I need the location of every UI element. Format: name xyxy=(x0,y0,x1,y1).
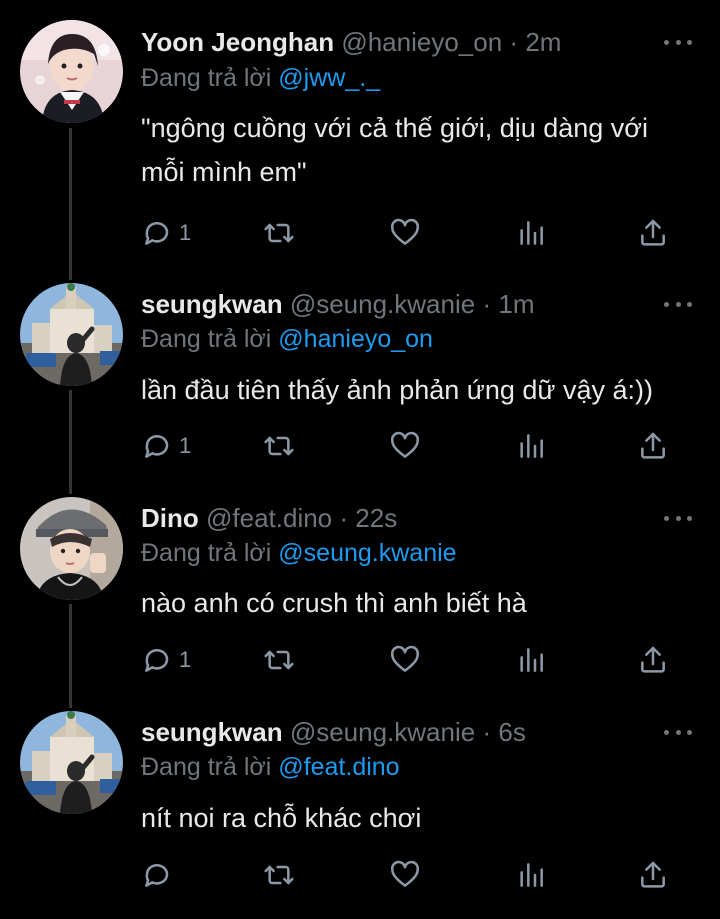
replying-to-label: Đang trả lời xyxy=(141,64,272,92)
separator-dot: · xyxy=(482,717,492,747)
retweet-button[interactable] xyxy=(263,428,295,464)
replying-to-label: Đang trả lời xyxy=(141,539,272,567)
views-chart-icon xyxy=(520,434,543,458)
tweet-actions: 1 xyxy=(141,215,681,251)
replying-to: Đang trả lời @hanieyo_on xyxy=(141,323,433,355)
timestamp[interactable]: 22s xyxy=(355,503,397,533)
views-chart-icon xyxy=(520,863,543,887)
avatar[interactable] xyxy=(20,283,123,386)
heart-icon xyxy=(391,218,419,245)
comment-icon xyxy=(145,648,169,672)
retweet-icon xyxy=(264,223,294,243)
views-button[interactable] xyxy=(515,428,547,464)
replying-to-handle[interactable]: @feat.dino xyxy=(278,753,399,781)
share-button[interactable] xyxy=(637,642,669,678)
retweet-icon xyxy=(264,436,294,456)
like-button[interactable] xyxy=(389,642,421,678)
tweet-header: Dino @feat.dino · 22s xyxy=(141,502,397,534)
retweet-icon xyxy=(264,865,294,885)
reply-button[interactable]: 1 xyxy=(141,428,191,464)
timestamp[interactable]: 6s xyxy=(498,717,525,747)
separator-dot: · xyxy=(509,27,519,57)
more-dots-icon[interactable] xyxy=(664,506,692,530)
replying-to-handle[interactable]: @jww_._ xyxy=(278,64,380,92)
retweet-button[interactable] xyxy=(263,642,295,678)
share-icon xyxy=(641,861,665,888)
views-chart-icon xyxy=(520,648,543,672)
timestamp[interactable]: 1m xyxy=(498,289,534,319)
heart-icon xyxy=(391,645,419,672)
tweet-header: seungkwan @seung.kwanie · 1m xyxy=(141,288,534,320)
views-chart-icon xyxy=(520,221,543,245)
reply-button[interactable]: 1 xyxy=(141,215,191,251)
retweet-button[interactable] xyxy=(263,857,295,893)
retweet-icon xyxy=(264,650,294,670)
user-handle[interactable]: @feat.dino xyxy=(206,503,332,533)
timestamp[interactable]: 2m xyxy=(525,27,561,57)
display-name[interactable]: Dino xyxy=(141,503,199,533)
more-dots-icon[interactable] xyxy=(664,30,692,54)
tweet-actions: 1 xyxy=(141,428,681,464)
reply-count: 1 xyxy=(179,647,192,672)
views-button[interactable] xyxy=(515,642,547,678)
heart-icon xyxy=(391,860,419,887)
comment-icon xyxy=(145,434,169,458)
tweet[interactable]: Dino @feat.dino · 22s Đang trả lời @seun… xyxy=(0,494,720,708)
like-button[interactable] xyxy=(389,215,421,251)
more-dots-icon[interactable] xyxy=(664,292,692,316)
avatar[interactable] xyxy=(20,20,123,123)
display-name[interactable]: Yoon Jeonghan xyxy=(141,27,334,57)
user-handle[interactable]: @seung.kwanie xyxy=(290,717,475,747)
share-icon xyxy=(641,646,665,673)
heart-icon xyxy=(391,431,419,458)
avatar[interactable] xyxy=(20,497,123,600)
tweet-text: "ngông cuồng với cả thế giới, dịu dàng v… xyxy=(141,113,649,187)
separator-dot: · xyxy=(339,503,349,533)
tweet-actions: 1 xyxy=(141,642,681,678)
share-icon xyxy=(641,432,665,459)
share-button[interactable] xyxy=(637,215,669,251)
reply-count: 1 xyxy=(179,220,192,245)
comment-icon xyxy=(145,221,169,245)
tweet[interactable]: seungkwan @seung.kwanie · 6s Đang trả lờ… xyxy=(0,708,720,919)
like-button[interactable] xyxy=(389,857,421,893)
tweet-header: seungkwan @seung.kwanie · 6s xyxy=(141,716,526,748)
tweet[interactable]: seungkwan @seung.kwanie · 1m Đang trả lờ… xyxy=(0,280,720,494)
share-button[interactable] xyxy=(637,857,669,893)
views-button[interactable] xyxy=(515,215,547,251)
replying-to: Đang trả lời @seung.kwanie xyxy=(141,537,457,569)
tweet-text: nít noi ra chỗ khác chơi xyxy=(141,803,422,833)
reply-count: 1 xyxy=(179,433,192,458)
avatar[interactable] xyxy=(20,711,123,814)
tweet[interactable]: Yoon Jeonghan @hanieyo_on · 2m Đang trả … xyxy=(0,0,720,280)
replying-to-label: Đang trả lời xyxy=(141,325,272,353)
share-button[interactable] xyxy=(637,428,669,464)
tweet-header: Yoon Jeonghan @hanieyo_on · 2m xyxy=(141,26,561,58)
reply-button[interactable]: 1 xyxy=(141,642,191,678)
replying-to-label: Đang trả lời xyxy=(141,753,272,781)
tweet-text: nào anh có crush thì anh biết hà xyxy=(141,588,527,618)
display-name[interactable]: seungkwan xyxy=(141,289,283,319)
separator-dot: · xyxy=(482,289,492,319)
more-dots-icon[interactable] xyxy=(664,720,692,744)
replying-to: Đang trả lời @jww_._ xyxy=(141,62,380,94)
user-handle[interactable]: @hanieyo_on xyxy=(341,27,502,57)
reply-button[interactable] xyxy=(141,857,179,893)
comment-icon xyxy=(145,863,169,887)
replying-to-handle[interactable]: @hanieyo_on xyxy=(278,325,433,353)
user-handle[interactable]: @seung.kwanie xyxy=(290,289,475,319)
replying-to: Đang trả lời @feat.dino xyxy=(141,751,400,783)
replying-to-handle[interactable]: @seung.kwanie xyxy=(278,539,456,567)
views-button[interactable] xyxy=(515,857,547,893)
like-button[interactable] xyxy=(389,428,421,464)
retweet-button[interactable] xyxy=(263,215,295,251)
tweet-text: lần đầu tiên thấy ảnh phản ứng dữ vậy á:… xyxy=(141,375,653,405)
share-icon xyxy=(641,219,665,246)
display-name[interactable]: seungkwan xyxy=(141,717,283,747)
tweet-actions xyxy=(141,857,681,893)
